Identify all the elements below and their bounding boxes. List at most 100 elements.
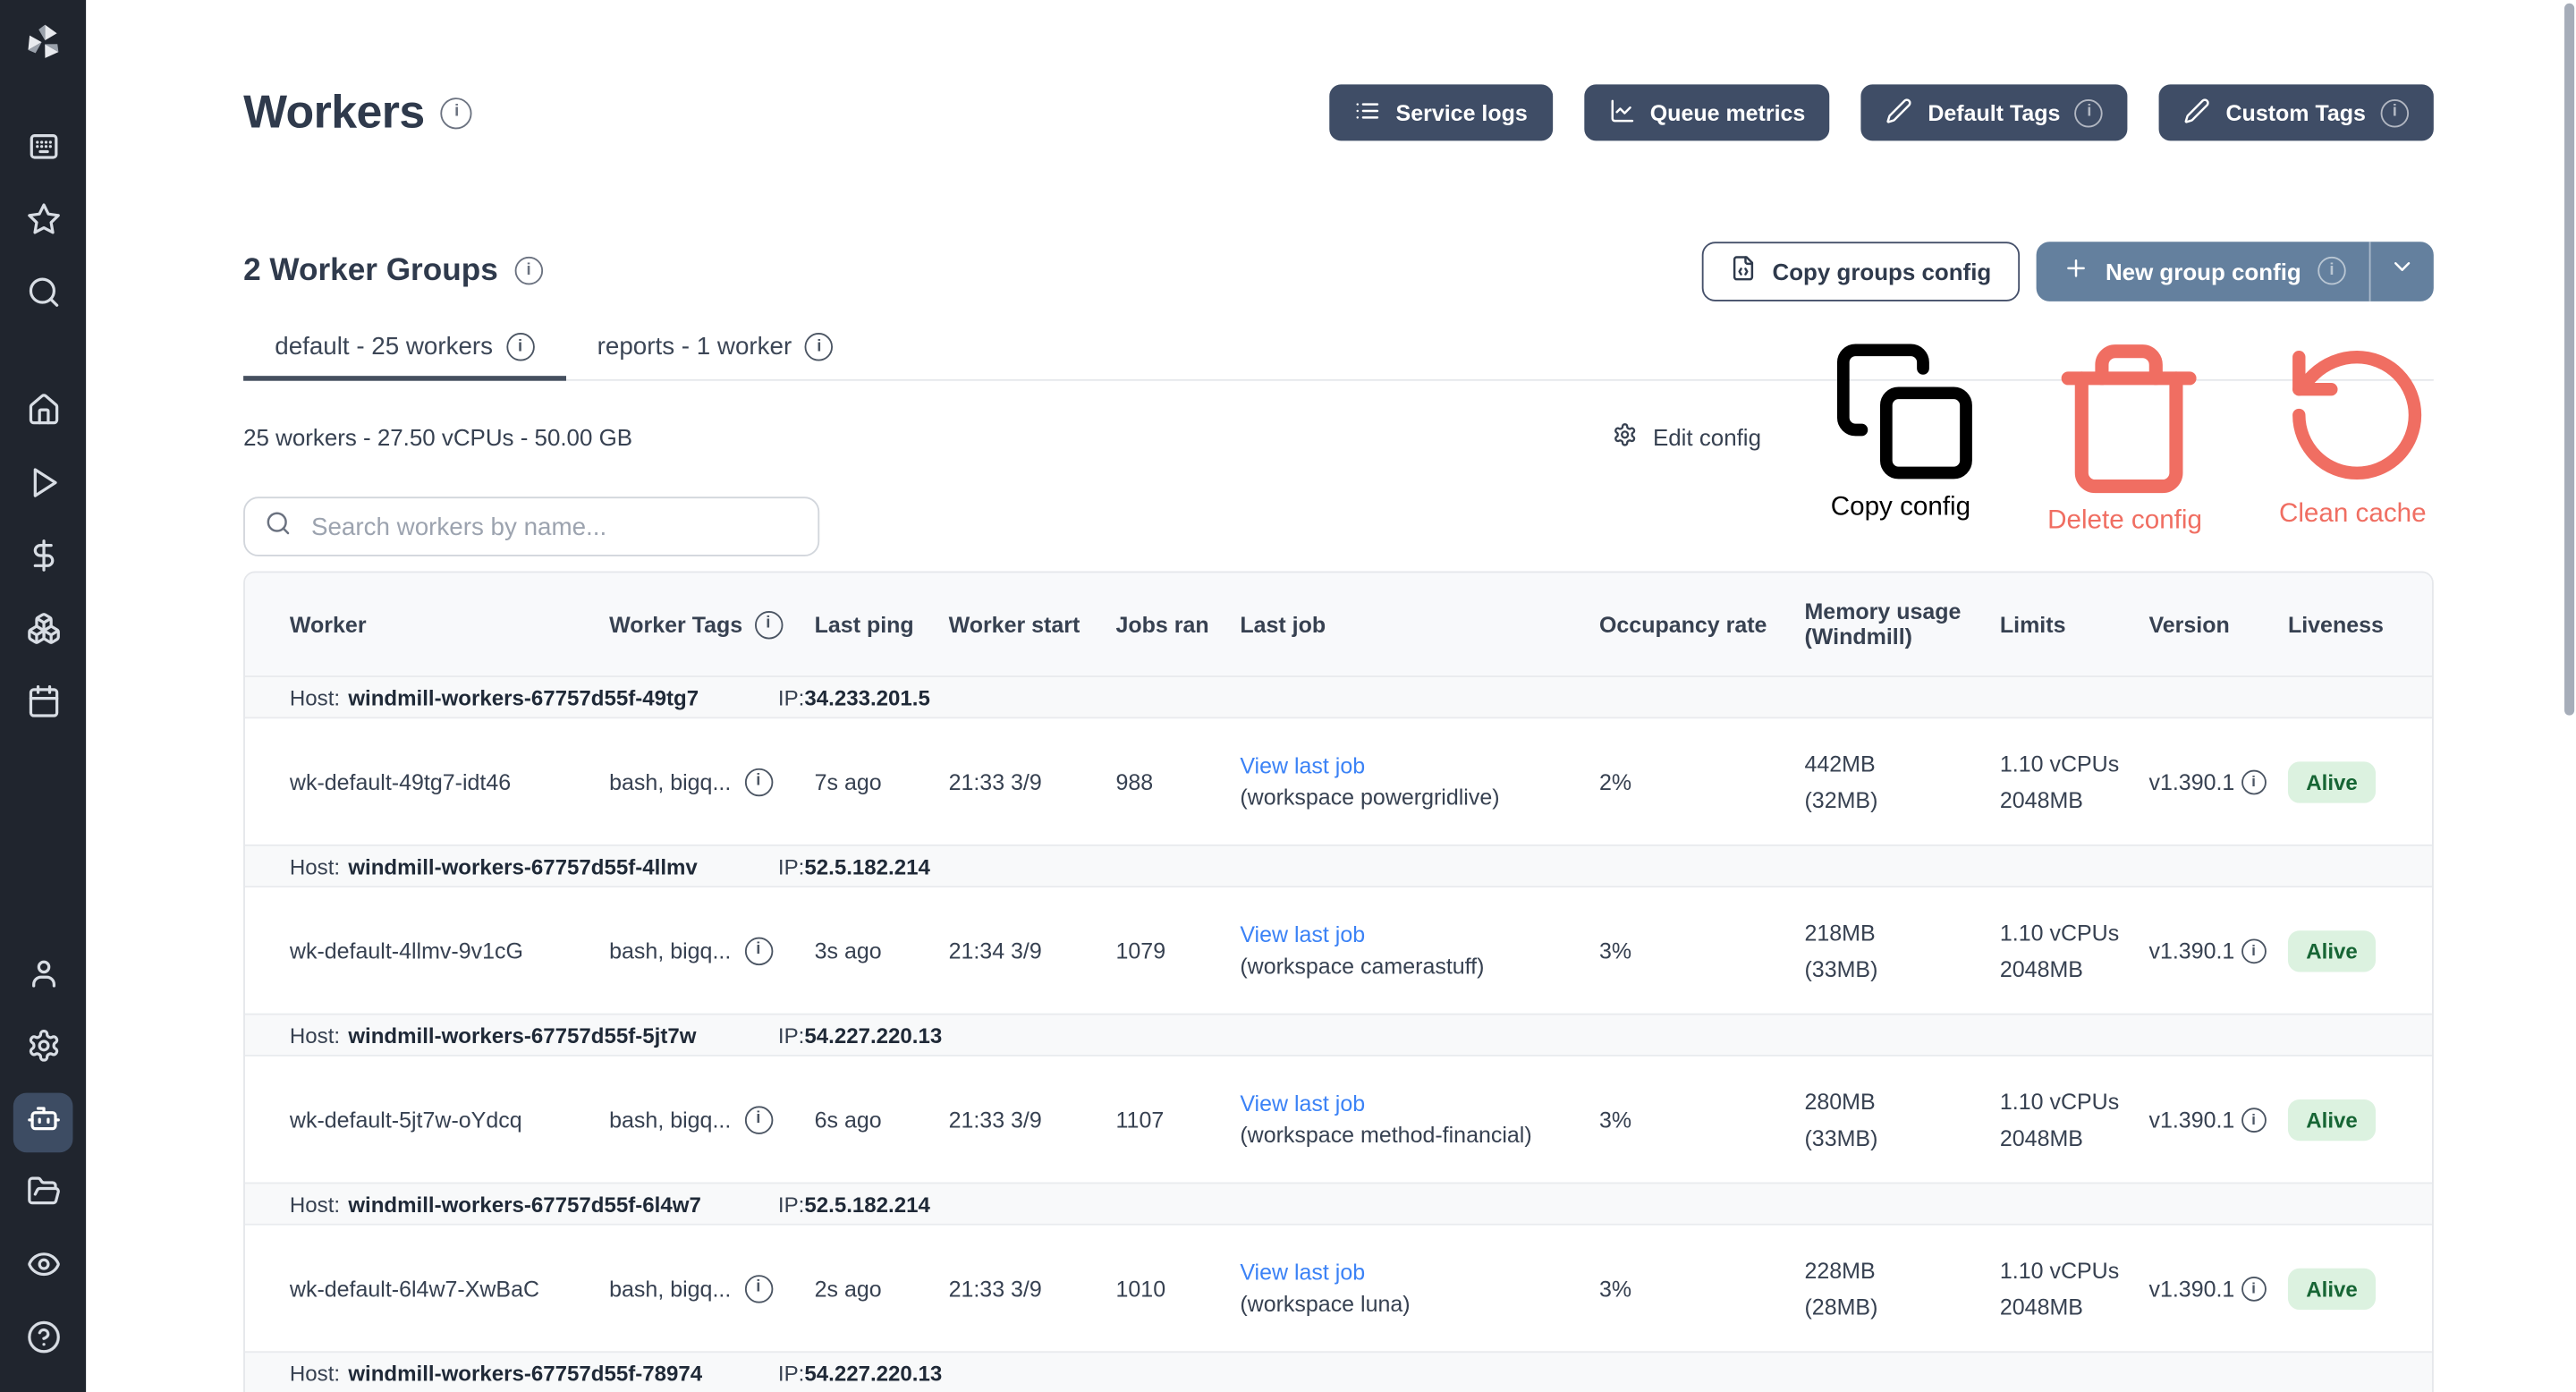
alive-badge: Alive [2288, 1268, 2376, 1309]
home-icon [26, 393, 61, 436]
last-ping: 6s ago [815, 1107, 949, 1132]
host-row: Host:windmill-workers-67757d55f-6l4w7 IP… [245, 1183, 2432, 1226]
view-last-job-link[interactable]: View last job [1240, 1091, 1576, 1116]
worker-search[interactable] [243, 497, 819, 556]
info-icon[interactable] [514, 257, 542, 284]
alive-badge: Alive [2288, 1099, 2376, 1140]
liveness: Alive [2288, 1099, 2432, 1140]
file-code-icon [1729, 255, 1756, 286]
search-input[interactable] [308, 511, 798, 542]
info-icon[interactable] [441, 97, 472, 128]
view-last-job-link[interactable]: View last job [1240, 753, 1576, 778]
folder-open-icon [26, 1174, 61, 1217]
info-icon[interactable] [744, 1274, 772, 1302]
copy-config-button[interactable]: Copy config [1831, 337, 1979, 538]
info-icon[interactable] [2075, 98, 2103, 126]
sidebar-item-users[interactable] [13, 947, 73, 1007]
default-tags-button[interactable]: Default Tags [1861, 84, 2128, 140]
info-icon[interactable] [2241, 769, 2267, 794]
memory-usage: 280MB(33MB) [1804, 1089, 1999, 1150]
tab-reports[interactable]: reports - 1 worker [566, 333, 865, 381]
version: v1.390.1 [2148, 769, 2287, 794]
info-icon[interactable] [2381, 98, 2409, 126]
memory-usage: 228MB(28MB) [1804, 1258, 1999, 1319]
search-icon [265, 509, 292, 544]
sidebar [0, 0, 86, 1392]
search-icon [26, 275, 61, 318]
gear-icon [1614, 422, 1639, 452]
help-icon [26, 1320, 61, 1362]
info-icon[interactable] [506, 333, 534, 361]
sidebar-item-home[interactable] [13, 384, 73, 444]
info-icon[interactable] [744, 937, 772, 964]
occupancy-rate: 3% [1599, 1276, 1805, 1301]
boxes-icon [26, 611, 61, 654]
worker-name: wk-default-49tg7-idt46 [290, 769, 609, 794]
tab-default[interactable]: default - 25 workers [243, 333, 565, 381]
trash-icon [2047, 478, 2209, 505]
jobs-ran: 1107 [1116, 1107, 1241, 1132]
info-icon[interactable] [2241, 1107, 2267, 1132]
custom-tags-button[interactable]: Custom Tags [2159, 84, 2433, 140]
service-logs-button[interactable]: Service logs [1330, 84, 1553, 140]
liveness: Alive [2288, 760, 2432, 802]
play-icon [26, 465, 61, 508]
alive-badge: Alive [2288, 929, 2376, 971]
worker-start: 21:33 3/9 [949, 1107, 1116, 1132]
sidebar-item-favorites[interactable] [13, 194, 73, 254]
jobs-ran: 1079 [1116, 938, 1241, 963]
memory-usage: 218MB(33MB) [1804, 920, 1999, 980]
edit-config-button[interactable]: Edit config [1614, 337, 1761, 538]
view-last-job-link[interactable]: View last job [1240, 1260, 1576, 1286]
sidebar-item-help[interactable] [13, 1311, 73, 1371]
limits: 1.10 vCPUs2048MB [2000, 920, 2149, 980]
info-icon[interactable] [2241, 1276, 2267, 1301]
liveness: Alive [2288, 929, 2432, 971]
vertical-scrollbar[interactable] [2564, 4, 2574, 716]
workspace-label: (workspace method-financial) [1240, 1123, 1576, 1148]
sidebar-item-apps[interactable] [13, 121, 73, 181]
sidebar-item-variables[interactable] [13, 530, 73, 590]
app-window: Workers Service logs Queue metrics [0, 0, 2576, 1392]
sidebar-item-schedules[interactable] [13, 675, 73, 735]
delete-config-button[interactable]: Delete config [2047, 337, 2209, 538]
view-last-job-link[interactable]: View last job [1240, 922, 1576, 947]
robot-icon [26, 1101, 61, 1144]
sidebar-item-runs[interactable] [13, 457, 73, 517]
sidebar-item-workers[interactable] [13, 1093, 73, 1153]
info-icon[interactable] [2318, 257, 2345, 284]
sidebar-item-search[interactable] [13, 267, 73, 327]
new-group-config-dropdown[interactable] [2369, 241, 2434, 301]
worker-name: wk-default-4llmv-9v1cG [290, 938, 609, 963]
info-icon[interactable] [744, 1105, 772, 1133]
dollar-icon [26, 539, 61, 581]
table-header: Worker Worker Tags Last ping Worker star… [245, 573, 2432, 675]
windmill-logo[interactable] [21, 20, 65, 72]
queue-metrics-button[interactable]: Queue metrics [1584, 84, 1830, 140]
sidebar-item-collapse[interactable] [13, 1384, 73, 1392]
last-ping: 2s ago [815, 1276, 949, 1301]
list-icon [1354, 97, 1381, 128]
info-icon[interactable] [744, 768, 772, 795]
liveness: Alive [2288, 1268, 2432, 1309]
worker-name: wk-default-6l4w7-XwBaC [290, 1276, 609, 1301]
info-icon[interactable] [2241, 938, 2267, 963]
version: v1.390.1 [2148, 1276, 2287, 1301]
sidebar-item-audit[interactable] [13, 1238, 73, 1298]
calendar-icon [26, 683, 61, 726]
copy-groups-config-button[interactable]: Copy groups config [1701, 241, 2020, 301]
info-icon[interactable] [805, 333, 833, 361]
limits: 1.10 vCPUs2048MB [2000, 1089, 2149, 1150]
sidebar-item-resources[interactable] [13, 603, 73, 663]
sidebar-item-folders[interactable] [13, 1166, 73, 1226]
keyboard-icon [26, 129, 61, 172]
info-icon[interactable] [754, 610, 782, 638]
worker-name: wk-default-5jt7w-oYdcq [290, 1107, 609, 1132]
occupancy-rate: 2% [1599, 769, 1805, 794]
sidebar-item-settings[interactable] [13, 1020, 73, 1080]
new-group-config-button[interactable]: New group config [2036, 241, 2434, 301]
user-icon [26, 955, 61, 998]
worker-groups-heading: 2 Worker Groups [243, 252, 498, 289]
host-row: Host:windmill-workers-67757d55f-49tg7 IP… [245, 675, 2432, 718]
clean-cache-button[interactable]: Clean cache [2279, 337, 2434, 538]
